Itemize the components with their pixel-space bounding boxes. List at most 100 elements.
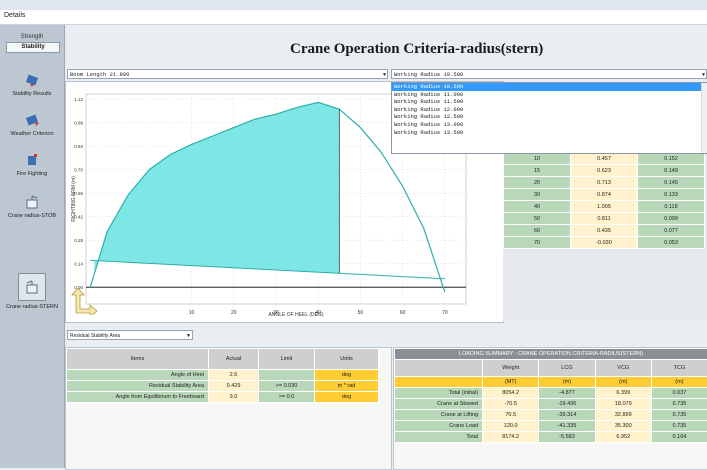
- table-cell: 0.077: [638, 225, 705, 237]
- table-row: Crane at Stowed-70.5-19.43618.0790.735: [395, 399, 707, 410]
- sidebar-item-crane-stob[interactable]: Crane radius-STOB: [0, 195, 64, 219]
- table-cell: 70.5: [483, 410, 539, 421]
- table-cell: -0.030: [571, 237, 638, 249]
- tab-strength[interactable]: Strength: [6, 33, 58, 42]
- table-row: 200.7130.145: [504, 177, 705, 189]
- table-title-row: LOADING SUMMARY - CRANE OPERATION CRITER…: [395, 349, 707, 360]
- table-cell: [395, 377, 483, 388]
- table-row: Angle from Equilibrium to Freeboard3.0>=…: [67, 392, 379, 403]
- sidebar-item-stability-results[interactable]: Stability Results: [0, 73, 64, 97]
- chevron-down-icon: ▼: [383, 70, 386, 80]
- column-header: VCG: [595, 360, 651, 377]
- column-header: Limit: [259, 349, 315, 370]
- table-cell: 2.6: [209, 370, 259, 381]
- dropdown-scrollbar[interactable]: [701, 83, 707, 153]
- crane-data-table: 100.4570.152150.6230.149200.7130.145300.…: [503, 152, 705, 249]
- dropdown-option[interactable]: Working Radius 11.500: [392, 98, 707, 106]
- sidebar-item-weather-criterion[interactable]: Weather Criterion: [0, 113, 64, 137]
- table-cell: 3.0: [209, 392, 259, 403]
- table-cell: 6.952: [595, 432, 651, 443]
- table-cell: deg: [315, 370, 379, 381]
- sidebar-item-crane-stern[interactable]: Crane radius-STERN: [0, 273, 64, 310]
- y-tick-label: 0.14: [74, 262, 83, 267]
- units-row: (MT)(m)(m)(m): [395, 377, 707, 388]
- table-row: 100.4570.152: [504, 153, 705, 165]
- sidebar-item-label: Weather Criterion: [11, 131, 54, 137]
- table-cell: -41.335: [539, 421, 595, 432]
- table-header-row: ItemsActualLimitUnits: [67, 349, 379, 370]
- x-tick-label: 10: [189, 310, 195, 316]
- table-cell: 70: [504, 237, 571, 249]
- dropdown-option[interactable]: Working Radius 10.500: [392, 83, 707, 91]
- x-tick-label: 50: [358, 310, 364, 316]
- curve-type-select[interactable]: Residual Stability Area ▼: [67, 330, 193, 340]
- table-cell: 0.145: [638, 177, 705, 189]
- boom-length-select[interactable]: Boom Length 21.800 ▼: [67, 69, 388, 79]
- table-cell: >= 0.030: [259, 381, 315, 392]
- working-radius-value: Working Radius 10.500: [394, 71, 463, 78]
- table-cell: 0.811: [571, 213, 638, 225]
- sidebar: Strength Stability Stability Results Wea…: [0, 25, 65, 468]
- table-cell: Total: [395, 432, 483, 443]
- move-axes-icon[interactable]: [70, 287, 98, 315]
- table-row: Angle of Heel2.6deg: [67, 370, 379, 381]
- table-cell: 0.099: [638, 213, 705, 225]
- fire-fighting-icon: [25, 153, 39, 167]
- x-axis-title: ANGLE OF HEEL (DEG): [268, 312, 323, 318]
- dropdown-option[interactable]: Working Radius 13.500: [392, 129, 707, 137]
- results-table: ItemsActualLimitUnitsAngle of Heel2.6deg…: [66, 348, 379, 403]
- table-cell: 0.874: [571, 189, 638, 201]
- crane-stob-icon: [25, 195, 39, 209]
- column-header: Items: [67, 349, 209, 370]
- table-cell: 8174.2: [483, 432, 539, 443]
- y-tick-label: 0.28: [74, 238, 83, 243]
- top-strip: [0, 0, 707, 10]
- table-row: Total8174.2-5.5836.9520.164: [395, 432, 707, 443]
- table-cell: 0.118: [638, 201, 705, 213]
- table-cell: -19.436: [539, 399, 595, 410]
- dropdown-option[interactable]: Working Radius 13.000: [392, 121, 707, 129]
- table-row: 600.4350.077: [504, 225, 705, 237]
- table-cell: 10: [504, 153, 571, 165]
- table-cell: 18.079: [595, 399, 651, 410]
- x-tick-label: 70: [442, 310, 448, 316]
- loading-summary-panel: LOADING SUMMARY - CRANE OPERATION CRITER…: [393, 347, 707, 470]
- table-cell: 0.149: [638, 165, 705, 177]
- column-header: LCG: [539, 360, 595, 377]
- table-cell: [259, 370, 315, 381]
- table-cell: 0.735: [651, 421, 707, 432]
- column-header: Units: [315, 349, 379, 370]
- stability-results-icon: [25, 73, 39, 87]
- table-cell: 120.0: [483, 421, 539, 432]
- table-cell: 0.152: [638, 153, 705, 165]
- curve-type-value: Residual Stability Area: [70, 333, 120, 339]
- sidebar-item-fire-fighting[interactable]: Fire Fighting: [0, 153, 64, 177]
- table-cell: 15: [504, 165, 571, 177]
- table-cell: -5.583: [539, 432, 595, 443]
- dropdown-option[interactable]: Working Radius 12.500: [392, 113, 707, 121]
- table-row: Total (initial)8054.2-4.8776.3990.037: [395, 388, 707, 399]
- dropdown-option[interactable]: Working Radius 11.000: [392, 91, 707, 99]
- table-row: Residual Stability Area0.429>= 0.030m * …: [67, 381, 379, 392]
- working-radius-select[interactable]: Working Radius 10.500 ▼: [391, 69, 707, 79]
- column-header: [395, 360, 483, 377]
- working-radius-dropdown-list[interactable]: Working Radius 10.500Working Radius 11.0…: [391, 82, 707, 154]
- x-tick-label: 20: [231, 310, 237, 316]
- dropdown-option[interactable]: Working Radius 12.000: [392, 106, 707, 114]
- tab-stability[interactable]: Stability: [6, 42, 60, 53]
- boom-length-value: Boom Length 21.800: [70, 71, 129, 78]
- table-cell: 8054.2: [483, 388, 539, 399]
- table-cell: 50: [504, 213, 571, 225]
- chevron-down-icon: ▼: [702, 70, 705, 80]
- table-cell: m * rad: [315, 381, 379, 392]
- x-tick-label: 60: [400, 310, 406, 316]
- table-cell: Crane Load: [395, 421, 483, 432]
- unit-cell: (m): [595, 377, 651, 388]
- table-row: 500.8110.099: [504, 213, 705, 225]
- table-cell: 0.429: [209, 381, 259, 392]
- column-header: Weight: [483, 360, 539, 377]
- crane-data-panel: 100.4570.152150.6230.149200.7130.145300.…: [503, 152, 707, 321]
- table-cell: 0.164: [651, 432, 707, 443]
- table-row: 401.0050.118: [504, 201, 705, 213]
- table-row: Crane at Lifting70.5-39.31432.8990.735: [395, 410, 707, 421]
